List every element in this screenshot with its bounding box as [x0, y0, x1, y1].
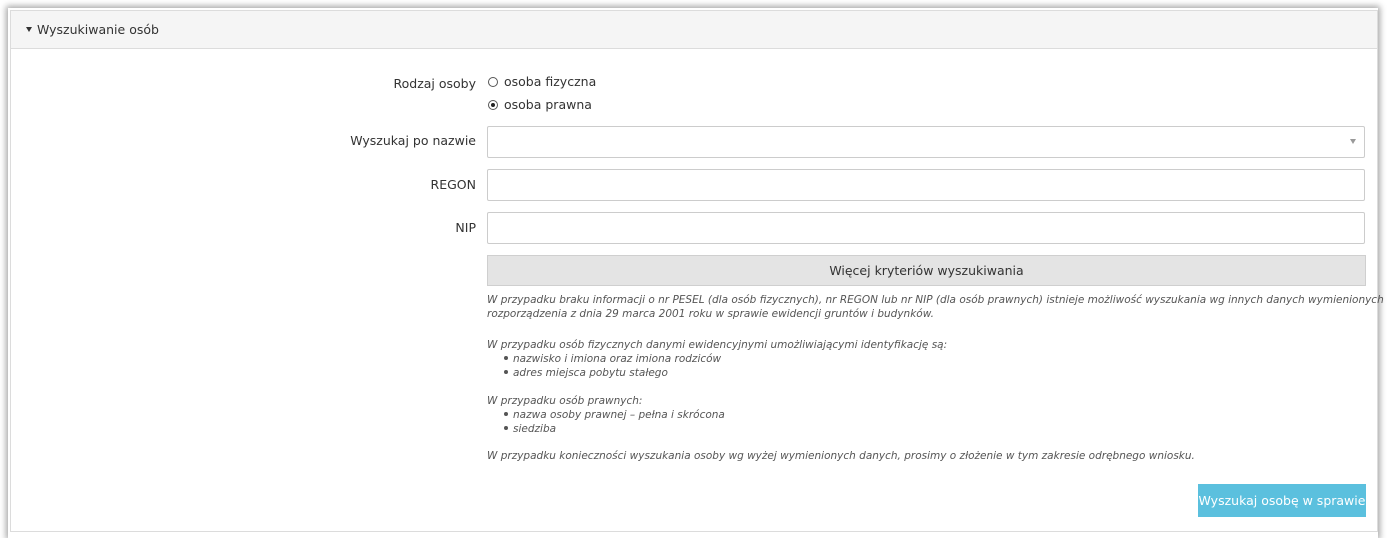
- regon-label: REGON: [430, 177, 476, 192]
- more-criteria-button[interactable]: Więcej kryteriów wyszukiwania: [487, 255, 1366, 286]
- search-by-name-select[interactable]: [487, 126, 1365, 158]
- list-item: nazwa osoby prawnej – pełna i skrócona: [504, 408, 725, 422]
- radio-button[interactable]: [488, 76, 498, 87]
- search-person-button[interactable]: Wyszukaj osobę w sprawie: [1198, 484, 1366, 517]
- search-panel: Wyszukiwanie osób Rodzaj osoby osoba fiz…: [10, 10, 1387, 532]
- caret-down-icon: [26, 27, 32, 32]
- nip-label: NIP: [455, 220, 476, 235]
- info-paragraph-1-line-2: rozporządzenia z dnia 29 marca 2001 roku…: [487, 308, 934, 320]
- radio-osoba-fizyczna[interactable]: osoba fizyczna: [488, 74, 596, 89]
- radio-osoba-prawna[interactable]: osoba prawna: [488, 97, 592, 112]
- person-type-label: Rodzaj osoby: [393, 76, 476, 91]
- panel-header[interactable]: Wyszukiwanie osób: [11, 11, 1377, 49]
- list-item: adres miejsca pobytu stałego: [504, 366, 668, 380]
- radio-label: osoba prawna: [504, 97, 592, 112]
- regon-input[interactable]: [487, 169, 1365, 201]
- info-paragraph-1-line-1: W przypadku braku informacji o nr PESEL …: [487, 294, 1387, 306]
- info-paragraph-3-intro: W przypadku osób prawnych:: [487, 395, 643, 407]
- radio-button-checked[interactable]: [488, 99, 498, 110]
- info-paragraph-2-intro: W przypadku osób fizycznych danymi ewide…: [487, 339, 948, 351]
- radio-label: osoba fizyczna: [504, 74, 597, 89]
- list-item: siedziba: [504, 422, 556, 436]
- chevron-down-icon: [1350, 139, 1356, 144]
- list-item: nazwisko i imiona oraz imiona rodziców: [504, 352, 721, 366]
- search-by-name-label: Wyszukaj po nazwie: [350, 133, 476, 148]
- nip-input[interactable]: [487, 212, 1365, 244]
- panel-title: Wyszukiwanie osób: [37, 22, 159, 37]
- info-paragraph-4: W przypadku konieczności wyszukania osob…: [487, 450, 1195, 462]
